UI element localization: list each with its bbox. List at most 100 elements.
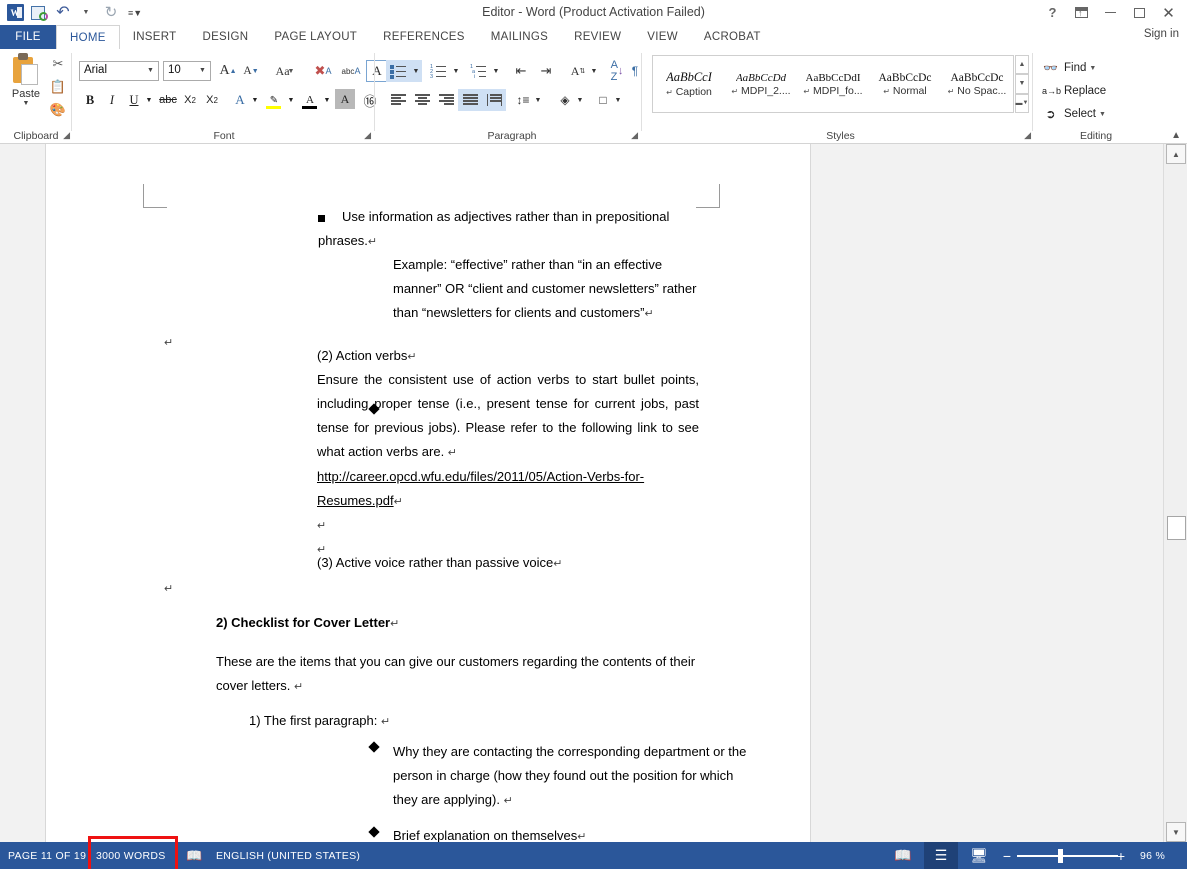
font-color-icon[interactable]: A xyxy=(299,89,321,111)
style-item-caption[interactable]: AaBbCcI ↵ Caption xyxy=(653,56,725,112)
styles-scroll-up-icon[interactable]: ▲ xyxy=(1015,55,1029,75)
cut-icon[interactable]: ✂ xyxy=(48,54,68,74)
paste-button[interactable]: Paste ▼ xyxy=(6,53,46,107)
align-right-icon[interactable] xyxy=(434,89,458,111)
grow-font-icon[interactable]: A ▲ xyxy=(217,60,239,82)
justify-icon[interactable] xyxy=(458,89,482,111)
bullets-dropdown-icon[interactable]: ▼ xyxy=(410,60,422,82)
select-dropdown-icon[interactable]: ▼ xyxy=(1099,111,1106,118)
style-item-mdpi-2[interactable]: AaBbCcDd ↵ MDPI_2.... xyxy=(725,56,797,112)
copy-icon[interactable]: 📋 xyxy=(48,77,68,97)
tab-mailings[interactable]: MAILINGS xyxy=(478,25,561,49)
document-page[interactable]: Use information as adjectives rather tha… xyxy=(45,144,811,842)
enclose-characters-icon[interactable]: ⑯ xyxy=(359,89,381,111)
hyperlink[interactable]: http://career.opcd.wfu.edu/files/2011/05… xyxy=(317,469,644,484)
tab-file[interactable]: FILE xyxy=(0,25,56,49)
read-mode-icon[interactable]: 📖 xyxy=(886,842,920,869)
clipboard-dialog-launcher[interactable]: ◢ xyxy=(63,130,70,141)
decrease-indent-icon[interactable]: ⇤ xyxy=(509,60,533,82)
styles-gallery-scrollbar[interactable]: ▲ ▼ ▬ ▼ xyxy=(1015,55,1029,113)
styles-scroll-down-icon[interactable]: ▼ xyxy=(1015,74,1029,94)
line-spacing-icon[interactable]: ↕≡ xyxy=(512,89,534,111)
underline-dropdown-icon[interactable]: ▼ xyxy=(143,89,155,111)
highlight-color-icon[interactable]: ✎ xyxy=(263,89,285,111)
styles-more-icon[interactable]: ▬ ▼ xyxy=(1015,93,1029,113)
numbering-dropdown-icon[interactable]: ▼ xyxy=(450,60,462,82)
numbering-icon[interactable]: 123 xyxy=(426,60,450,82)
font-dialog-launcher[interactable]: ◢ xyxy=(364,130,371,141)
paste-dropdown-icon[interactable]: ▼ xyxy=(6,100,46,107)
find-button[interactable]: 👓 Find ▼ xyxy=(1042,57,1096,79)
page-indicator[interactable]: PAGE 11 OF 19 xyxy=(8,842,86,869)
style-item-normal[interactable]: AaBbCcDc ↵ Normal xyxy=(869,56,941,112)
tab-insert[interactable]: INSERT xyxy=(120,25,190,49)
collapse-ribbon-icon[interactable]: ▲ xyxy=(1171,130,1181,141)
shrink-font-icon[interactable]: A ▼ xyxy=(240,60,262,82)
bullets-icon[interactable] xyxy=(386,60,410,82)
close-button[interactable]: ✕ xyxy=(1154,2,1183,23)
underline-button[interactable]: U xyxy=(123,89,145,111)
find-dropdown-icon[interactable]: ▼ xyxy=(1089,65,1096,72)
text-effects-dropdown-icon[interactable]: ▼ xyxy=(249,89,261,111)
style-item-no-spacing[interactable]: AaBbCcDc ↵ No Spac... xyxy=(941,56,1013,112)
italic-button[interactable]: I xyxy=(101,89,123,111)
spelling-abc-icon[interactable]: abc A xyxy=(339,60,363,82)
clear-formatting-icon[interactable]: ✖ A xyxy=(311,60,335,82)
shading-dropdown-icon[interactable]: ▼ xyxy=(574,89,586,111)
vertical-scrollbar[interactable]: ▲ ▼ xyxy=(1163,144,1187,842)
scroll-up-icon[interactable]: ▲ xyxy=(1166,144,1186,164)
subscript-button[interactable]: X2 xyxy=(179,89,201,111)
replace-button[interactable]: a→b Replace xyxy=(1042,80,1106,102)
zoom-in-button[interactable]: + xyxy=(1113,842,1129,869)
paragraph-dialog-launcher[interactable]: ◢ xyxy=(631,130,638,141)
distributed-icon[interactable] xyxy=(482,89,506,111)
print-layout-icon[interactable]: ☰ xyxy=(924,842,958,869)
multilevel-list-icon[interactable]: 1ai xyxy=(466,60,490,82)
zoom-slider-thumb[interactable] xyxy=(1058,849,1063,863)
character-shading-icon[interactable]: A xyxy=(335,89,355,109)
sort-icon[interactable]: A Z ↓ xyxy=(606,59,628,83)
asian-layout-icon[interactable]: A ⇅ xyxy=(566,60,590,82)
document-text[interactable]: Use information as adjectives rather tha… xyxy=(46,144,812,842)
web-layout-icon[interactable]: 🖥 xyxy=(962,842,996,869)
hyperlink[interactable]: Resumes.pdf↵ xyxy=(317,493,403,508)
tab-review[interactable]: REVIEW xyxy=(561,25,634,49)
tab-acrobat[interactable]: ACROBAT xyxy=(691,25,774,49)
maximize-button[interactable] xyxy=(1125,2,1154,23)
change-case-icon[interactable]: Aa ▼ xyxy=(269,60,301,82)
line-spacing-dropdown-icon[interactable]: ▼ xyxy=(532,89,544,111)
zoom-out-button[interactable]: − xyxy=(999,842,1015,869)
asian-layout-dropdown-icon[interactable]: ▼ xyxy=(588,60,600,82)
highlight-color-dropdown-icon[interactable]: ▼ xyxy=(285,89,297,111)
tab-references[interactable]: REFERENCES xyxy=(370,25,478,49)
align-left-icon[interactable] xyxy=(386,89,410,111)
tab-view[interactable]: VIEW xyxy=(634,25,691,49)
spell-check-icon[interactable]: 📖 xyxy=(186,842,203,869)
bold-button[interactable]: B xyxy=(79,89,101,111)
align-center-icon[interactable] xyxy=(410,89,434,111)
sign-in-link[interactable]: Sign in xyxy=(1144,28,1179,40)
tab-design[interactable]: DESIGN xyxy=(189,25,261,49)
multilevel-list-dropdown-icon[interactable]: ▼ xyxy=(490,60,502,82)
help-icon[interactable]: ? xyxy=(1038,2,1067,23)
scroll-thumb[interactable] xyxy=(1167,516,1186,540)
borders-icon[interactable]: □ xyxy=(592,89,614,111)
shading-icon[interactable]: ◈ xyxy=(554,89,576,111)
font-color-dropdown-icon[interactable]: ▼ xyxy=(321,89,333,111)
increase-indent-icon[interactable]: ⇥ xyxy=(534,60,558,82)
format-painter-icon[interactable]: 🎨 xyxy=(48,100,68,120)
ribbon-display-options-icon[interactable] xyxy=(1067,2,1096,23)
select-button[interactable]: ➲ Select ▼ xyxy=(1042,103,1106,125)
strikethrough-button[interactable]: abc xyxy=(157,89,179,111)
text-effects-icon[interactable]: A xyxy=(229,89,251,111)
minimize-button[interactable] xyxy=(1096,2,1125,23)
scroll-down-icon[interactable]: ▼ xyxy=(1166,822,1186,842)
superscript-button[interactable]: X2 xyxy=(201,89,223,111)
tab-home[interactable]: HOME xyxy=(56,25,120,49)
style-item-mdpi-fo[interactable]: AaBbCcDdI ↵ MDPI_fo... xyxy=(797,56,869,112)
language-indicator[interactable]: ENGLISH (UNITED STATES) xyxy=(216,842,360,869)
zoom-slider-track[interactable] xyxy=(1017,855,1118,857)
borders-dropdown-icon[interactable]: ▼ xyxy=(612,89,624,111)
tab-page-layout[interactable]: PAGE LAYOUT xyxy=(261,25,370,49)
zoom-level[interactable]: 96 % xyxy=(1140,842,1165,869)
